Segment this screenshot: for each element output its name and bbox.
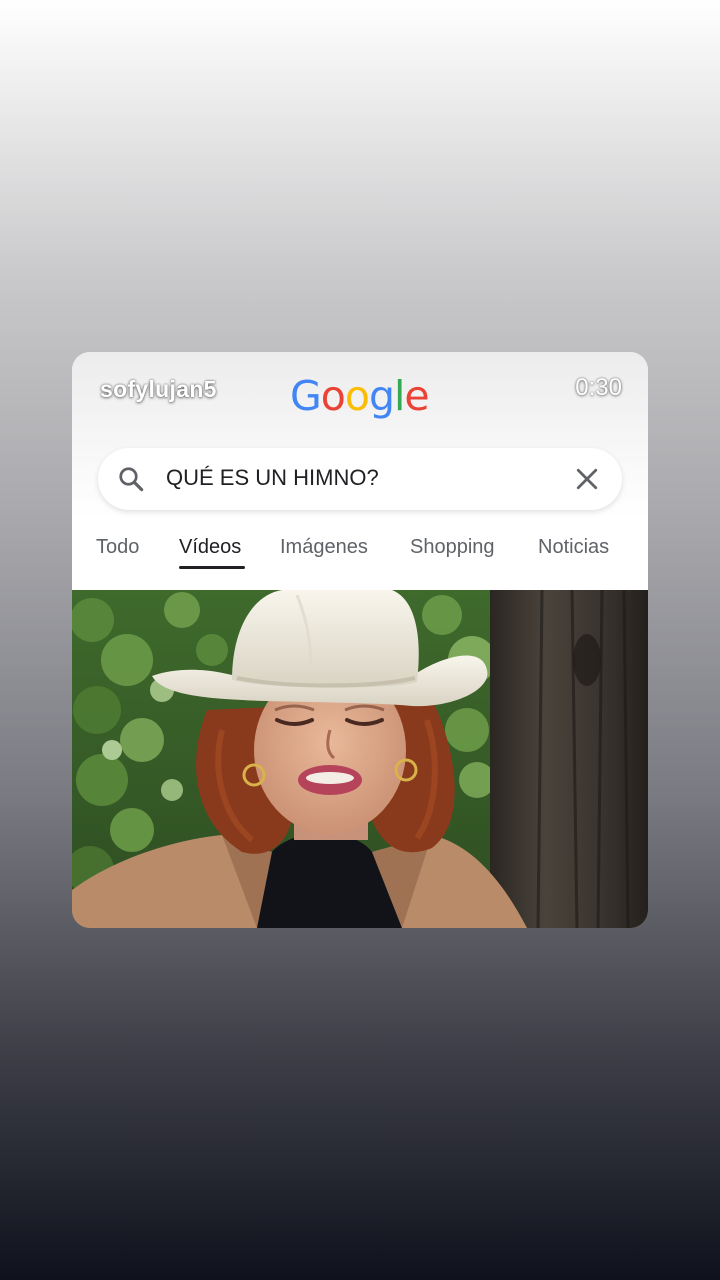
logo-letter: e (404, 372, 429, 420)
video-frame[interactable] (72, 590, 648, 928)
tab-videos[interactable]: Vídeos (179, 536, 241, 559)
username: sofylujan5 (100, 376, 217, 402)
logo-letter: l (394, 372, 405, 420)
search-icon (119, 467, 144, 492)
logo-letter: g (368, 372, 395, 420)
tab-todo[interactable]: Todo (96, 536, 139, 559)
search-tabs: Todo Vídeos Imágenes Shopping Noticias (72, 522, 648, 572)
tab-noticias[interactable]: Noticias (538, 536, 609, 559)
video-card[interactable]: sofylujan5 Google 0:30 QUÉ ES UN HIMNO? … (72, 352, 648, 928)
card-header: sofylujan5 Google 0:30 QUÉ ES UN HIMNO? … (72, 352, 648, 590)
video-timer: 0:30 (575, 374, 622, 401)
logo-letter: o (344, 372, 370, 420)
search-input[interactable]: QUÉ ES UN HIMNO? (166, 465, 379, 491)
tab-shopping[interactable]: Shopping (410, 536, 495, 559)
active-tab-indicator (179, 566, 245, 569)
google-logo: Google (290, 372, 430, 420)
logo-letter: G (290, 372, 322, 420)
close-icon[interactable] (572, 464, 602, 494)
tab-imagenes[interactable]: Imágenes (280, 536, 368, 559)
search-bar[interactable]: QUÉ ES UN HIMNO? (98, 448, 622, 510)
logo-letter: o (320, 372, 346, 420)
